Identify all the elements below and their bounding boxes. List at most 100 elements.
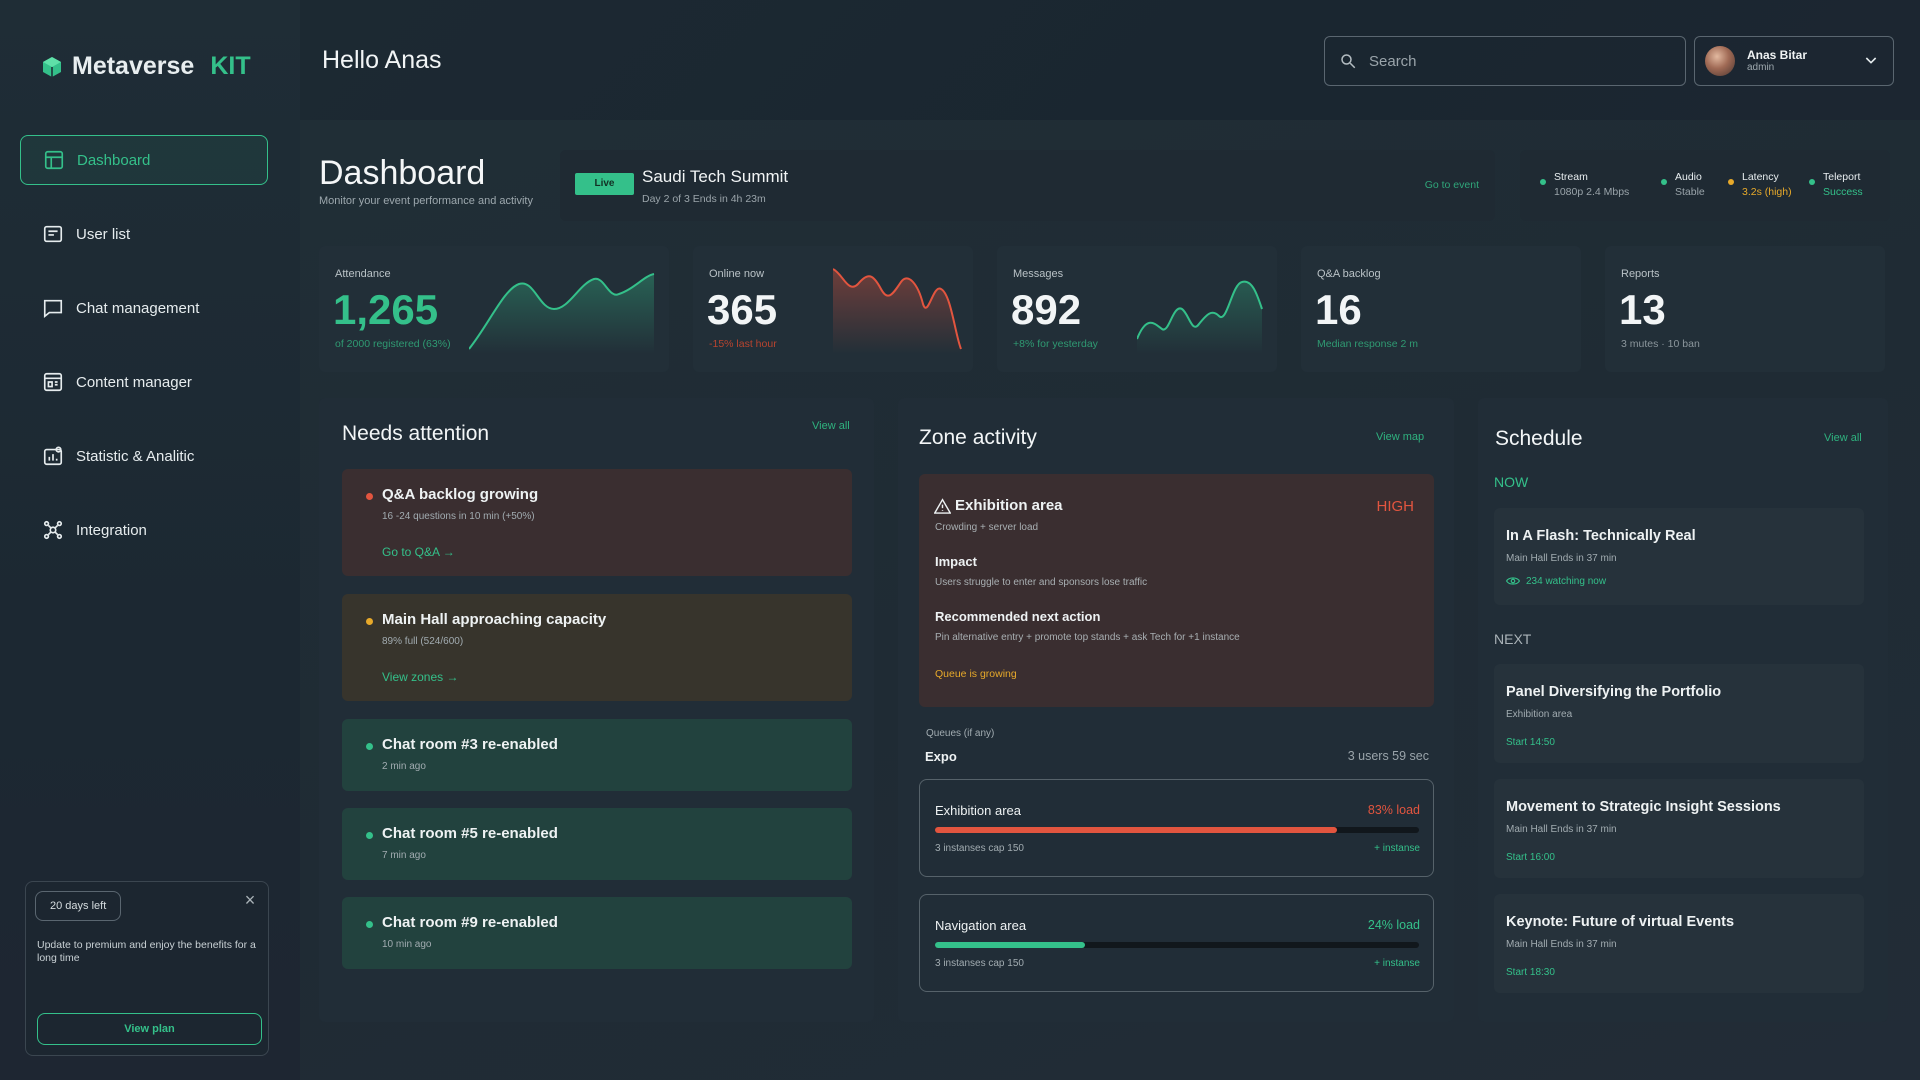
impact-heading: Impact <box>935 554 977 569</box>
zone-name: Exhibition area <box>935 803 1021 818</box>
add-instance-button[interactable]: + instanse <box>1374 958 1420 969</box>
kpi-attendance: Attendance 1,265 of 2000 registered (63%… <box>319 246 669 372</box>
load-bar <box>935 942 1419 948</box>
chevron-down-icon[interactable] <box>1863 52 1879 68</box>
kpi-sub: 3 mutes · 10 ban <box>1621 338 1700 350</box>
sidebar-item-chat-management[interactable]: Chat management <box>20 283 268 333</box>
user-name: Anas Bitar <box>1747 48 1808 62</box>
attention-item[interactable]: Chat room #5 re-enabled 7 min ago <box>342 808 852 880</box>
schedule-panel: Schedule View all NOW In A Flash: Techni… <box>1478 398 1888 1022</box>
view-all-link[interactable]: View all <box>1824 432 1862 444</box>
kpi-value: 892 <box>1011 286 1082 333</box>
sparkline-online <box>833 268 962 354</box>
sidebar-item-label: Statistic & Analitic <box>76 447 195 465</box>
sidebar-item-label: Dashboard <box>77 151 151 169</box>
zone-alert-title: Exhibition area <box>955 497 1063 514</box>
now-label: NOW <box>1494 474 1529 490</box>
status-dot <box>366 832 373 839</box>
event-banner: Live Saudi Tech Summit Day 2 of 3 Ends i… <box>560 150 1495 221</box>
kpi-sub: Median response 2 m <box>1317 338 1418 350</box>
list-icon <box>43 225 63 243</box>
search-input[interactable]: Search <box>1369 53 1417 70</box>
view-zones-link[interactable]: View zones → <box>382 670 458 684</box>
zone-card-navigation[interactable]: Navigation area 24% load 3 instanses cap… <box>919 894 1434 992</box>
zone-sub: 3 instanses cap 150 <box>935 958 1024 969</box>
panel-title: Needs attention <box>342 422 490 445</box>
warning-icon <box>934 498 951 514</box>
kpi-value: 365 <box>707 286 778 333</box>
sidebar-item-content-manager[interactable]: Content manager <box>20 357 268 407</box>
schedule-item[interactable]: Panel Diversifying the Portfolio Exhibit… <box>1494 664 1864 763</box>
sidebar-item-statistic[interactable]: Statistic & Analitic <box>20 431 268 481</box>
attention-item[interactable]: Q&A backlog growing 16 -24 questions in … <box>342 469 852 576</box>
search-icon <box>1341 54 1356 69</box>
user-menu[interactable]: Anas Bitar admin <box>1694 36 1894 86</box>
add-instance-button[interactable]: + instanse <box>1374 843 1420 854</box>
zone-alert-card: Exhibition area HIGH Crowding + server l… <box>919 474 1434 707</box>
user-role: admin <box>1747 62 1775 73</box>
sidebar-item-label: Integration <box>76 521 147 539</box>
sidebar-item-label: Content manager <box>76 373 192 391</box>
kpi-sub: -15% last hour <box>709 338 777 350</box>
session-start: Start 18:30 <box>1506 967 1555 978</box>
zone-activity-panel: Zone activity View map Exhibition area H… <box>898 398 1454 1022</box>
promo-text: Update to premium and enjoy the benefits… <box>37 939 256 964</box>
attention-title: Main Hall approaching capacity <box>382 611 607 628</box>
view-map-link[interactable]: View map <box>1376 431 1424 443</box>
page-subtitle: Monitor your event performance and activ… <box>319 195 533 207</box>
status-panel: Stream 1080p 2.4 Mbps Audio Stable Latency… <box>1520 150 1890 221</box>
attention-item[interactable]: Main Hall approaching capacity 89% full … <box>342 594 852 701</box>
next-label: NEXT <box>1494 631 1532 647</box>
attention-item[interactable]: Chat room #3 re-enabled 2 min ago <box>342 719 852 791</box>
kpi-sub: +8% for yesterday <box>1013 338 1098 350</box>
status-audio: Audio Stable <box>1661 170 1705 200</box>
brand-logo[interactable]: Metaverse KIT <box>40 52 251 81</box>
schedule-item-now[interactable]: In A Flash: Technically Real Main Hall E… <box>1494 508 1864 605</box>
app-root: Metaverse KIT Dashboard User list Chat m… <box>0 0 1920 1080</box>
session-sub: Exhibition area <box>1506 709 1573 720</box>
chat-icon <box>43 299 63 318</box>
attention-sub: 16 -24 questions in 10 min (+50%) <box>382 511 535 522</box>
view-all-link[interactable]: View all <box>812 420 850 432</box>
sidebar-item-label: Chat management <box>76 299 200 317</box>
schedule-item[interactable]: Keynote: Future of virtual Events Main H… <box>1494 894 1864 993</box>
layout-icon <box>44 150 64 170</box>
queue-note: Queue is growing <box>935 668 1017 680</box>
next-action-text: Pin alternative entry + promote top stan… <box>935 632 1240 643</box>
attention-sub: 10 min ago <box>382 939 432 950</box>
sparkline-attendance <box>469 273 655 354</box>
sidebar-item-user-list[interactable]: User list <box>20 209 268 259</box>
zone-card-exhibition[interactable]: Exhibition area 83% load 3 instanses cap… <box>919 779 1434 877</box>
attention-item[interactable]: Chat room #9 re-enabled 10 min ago <box>342 897 852 969</box>
kpi-value: 16 <box>1315 286 1362 333</box>
kpi-sub: of 2000 registered (63%) <box>335 338 451 350</box>
attention-title: Chat room #5 re-enabled <box>382 825 558 842</box>
go-to-qa-link[interactable]: Go to Q&A → <box>382 545 455 559</box>
needs-attention-panel: Needs attention View all Q&A backlog gro… <box>319 398 874 1022</box>
zone-alert-level: HIGH <box>1376 498 1415 515</box>
kpi-value: 13 <box>1619 286 1666 333</box>
attention-sub: 2 min ago <box>382 761 426 772</box>
avatar <box>1705 46 1735 76</box>
stats-icon <box>43 446 63 466</box>
sparkline-messages <box>1137 280 1263 354</box>
go-to-event-link[interactable]: Go to event <box>1425 179 1479 191</box>
search-box[interactable]: Search <box>1324 36 1686 86</box>
schedule-item[interactable]: Movement to Strategic Insight Sessions M… <box>1494 779 1864 878</box>
sidebar-item-dashboard[interactable]: Dashboard <box>20 135 268 185</box>
page-title: Dashboard <box>319 154 486 192</box>
kpi-online: Online now 365 -15% last hour <box>693 246 973 372</box>
attention-title: Q&A backlog growing <box>382 486 539 503</box>
view-plan-button[interactable]: View plan <box>37 1013 262 1045</box>
zone-name: Navigation area <box>935 918 1027 933</box>
attention-title: Chat room #3 re-enabled <box>382 736 558 753</box>
kpi-label: Reports <box>1621 268 1660 280</box>
sidebar-item-integration[interactable]: Integration <box>20 505 268 555</box>
kpi-qa-backlog: Q&A backlog 16 Median response 2 m <box>1301 246 1581 372</box>
zone-sub: 3 instanses cap 150 <box>935 843 1024 854</box>
kpi-label: Messages <box>1013 268 1064 280</box>
kpi-label: Q&A backlog <box>1317 268 1381 280</box>
kpi-reports: Reports 13 3 mutes · 10 ban <box>1605 246 1885 372</box>
watching-count: 234 watching now <box>1526 576 1607 587</box>
close-icon[interactable]: × <box>242 891 258 909</box>
